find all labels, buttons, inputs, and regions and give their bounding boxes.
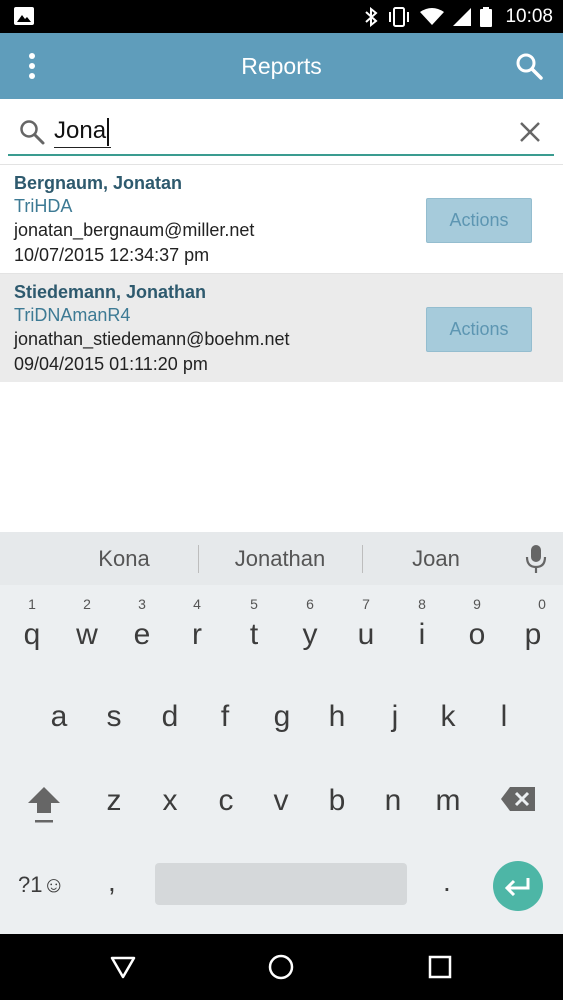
result-date: 09/04/2015 01:11:20 pm	[14, 354, 208, 374]
space-bar[interactable]	[155, 863, 407, 905]
key-k[interactable]: k	[434, 700, 462, 734]
recents-icon[interactable]	[426, 953, 454, 981]
key-c[interactable]: c	[212, 784, 240, 818]
suggestion-item[interactable]: Jonathan	[199, 532, 361, 585]
actions-button[interactable]: Actions	[426, 198, 532, 243]
enter-key[interactable]	[493, 861, 543, 911]
key-hint: 8	[418, 596, 426, 612]
result-org: TriHDA	[14, 196, 73, 216]
text-cursor	[107, 117, 110, 146]
key-s[interactable]: s	[100, 700, 128, 734]
search-input[interactable]: Jona	[54, 114, 112, 148]
home-icon[interactable]	[267, 953, 295, 981]
enter-icon	[504, 878, 530, 896]
result-name: Stiedemann, Jonathan	[14, 282, 207, 302]
key-label: i	[418, 618, 426, 651]
keyboard: Kona Jonathan Joan 1q 2w 3e 4r 5t 6y 7u …	[0, 532, 563, 934]
key-hint: 6	[306, 596, 314, 612]
result-date: 10/07/2015 12:34:37 pm	[14, 245, 210, 265]
list-item[interactable]: Bergnaum, Jonatan TriHDA jonatan_bergnau…	[0, 164, 563, 273]
key-o[interactable]: 9o	[462, 596, 492, 652]
key-hint: 0	[538, 596, 546, 612]
key-z[interactable]: z	[100, 784, 128, 818]
key-label: r	[192, 618, 202, 651]
key-u[interactable]: 7u	[352, 596, 380, 652]
backspace-icon[interactable]	[500, 786, 536, 812]
page-title: Reports	[241, 53, 322, 79]
clock: 10:08	[505, 5, 553, 27]
comma-key[interactable]: ,	[108, 866, 116, 898]
result-email: jonathan_stiedemann@boehm.net	[14, 329, 290, 349]
key-j[interactable]: j	[382, 700, 408, 734]
signal-icon	[453, 7, 472, 26]
result-org: TriDNAmanR4	[14, 305, 131, 325]
key-label: y	[302, 618, 318, 651]
key-hint: 9	[473, 596, 481, 612]
key-q[interactable]: 1q	[18, 596, 46, 652]
key-i[interactable]: 8i	[408, 596, 436, 652]
shift-icon[interactable]	[26, 785, 62, 825]
key-x[interactable]: x	[156, 784, 184, 818]
key-hint: 5	[250, 596, 258, 612]
key-label: q	[23, 618, 41, 651]
magnifier-icon	[20, 120, 45, 145]
battery-icon	[480, 6, 493, 27]
key-a[interactable]: a	[45, 700, 73, 734]
key-w[interactable]: 2w	[72, 596, 102, 652]
key-m[interactable]: m	[429, 784, 467, 818]
key-hint: 2	[83, 596, 91, 612]
key-label: u	[357, 618, 375, 651]
key-label: o	[468, 618, 486, 651]
key-n[interactable]: n	[379, 784, 407, 818]
navigation-bar	[0, 934, 563, 1000]
key-p[interactable]: 0p	[518, 596, 548, 652]
key-h[interactable]: h	[323, 700, 351, 734]
key-l[interactable]: l	[492, 700, 516, 734]
search-query-text: Jona	[54, 117, 107, 144]
key-g[interactable]: g	[268, 700, 296, 734]
key-e[interactable]: 3e	[128, 596, 156, 652]
key-r[interactable]: 4r	[184, 596, 210, 652]
key-hint: 7	[362, 596, 370, 612]
bluetooth-icon	[365, 6, 378, 27]
list-item[interactable]: Stiedemann, Jonathan TriDNAmanR4 jonatha…	[0, 273, 563, 382]
key-label: p	[524, 618, 542, 651]
suggestion-item[interactable]: Kona	[50, 532, 198, 585]
actions-button[interactable]: Actions	[426, 307, 532, 352]
result-name: Bergnaum, Jonatan	[14, 173, 183, 193]
key-v[interactable]: v	[267, 784, 295, 818]
key-t[interactable]: 5t	[240, 596, 268, 652]
suggestion-strip: Kona Jonathan Joan	[0, 532, 563, 585]
key-label: t	[249, 618, 259, 651]
status-bar: 10:08	[0, 0, 563, 33]
search-icon[interactable]	[513, 50, 545, 82]
app-bar: Reports	[0, 33, 563, 99]
microphone-icon[interactable]	[524, 544, 548, 574]
vibrate-icon	[389, 6, 410, 27]
symbols-key[interactable]: ?1☺	[18, 872, 65, 898]
photo-icon	[14, 7, 34, 25]
suggestion-item[interactable]: Joan	[363, 532, 509, 585]
key-d[interactable]: d	[156, 700, 184, 734]
key-y[interactable]: 6y	[296, 596, 324, 652]
close-icon[interactable]	[516, 118, 544, 146]
key-hint: 1	[28, 596, 36, 612]
period-key[interactable]: .	[443, 866, 451, 898]
key-label: e	[133, 618, 151, 651]
key-f[interactable]: f	[212, 700, 238, 734]
key-b[interactable]: b	[323, 784, 351, 818]
key-hint: 4	[193, 596, 201, 612]
wifi-icon	[420, 7, 445, 25]
key-hint: 3	[138, 596, 146, 612]
key-label: w	[76, 618, 98, 651]
back-icon[interactable]	[109, 953, 137, 981]
search-bar: Jona	[8, 108, 554, 156]
result-email: jonatan_bergnaum@miller.net	[14, 220, 255, 240]
